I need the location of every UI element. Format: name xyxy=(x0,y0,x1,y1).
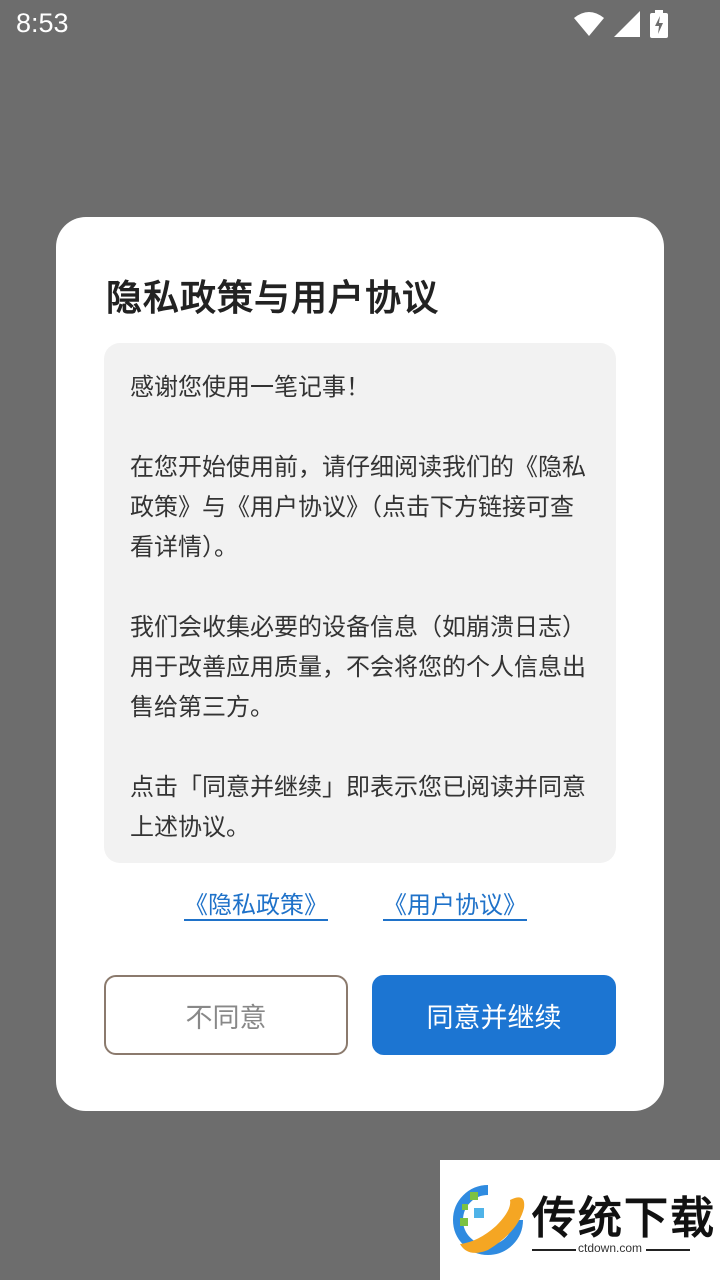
screen: 8:53 隐私政策与用户协议 感谢您使用一笔记事！ 在您开始使用前，请仔细阅读我… xyxy=(0,0,720,1280)
watermark-domain: ctdown.com xyxy=(578,1241,643,1255)
watermark-divider xyxy=(646,1249,690,1251)
watermark-name: 传统下载 xyxy=(532,1193,716,1244)
battery-charging-icon xyxy=(650,10,668,38)
disagree-button[interactable]: 不同意 xyxy=(104,975,348,1055)
content-paragraph: 在您开始使用前，请仔细阅读我们的《隐私政策》与《用户协议》（点击下方链接可查看详… xyxy=(130,453,586,561)
content-paragraph: 我们会收集必要的设备信息（如崩溃日志）用于改善应用质量，不会将您的个人信息出售给… xyxy=(130,613,586,721)
agree-continue-button[interactable]: 同意并继续 xyxy=(372,975,616,1055)
site-logo-icon xyxy=(448,1182,528,1262)
privacy-policy-link[interactable]: 《隐私政策》 xyxy=(184,885,328,920)
status-time: 8:53 xyxy=(16,8,69,38)
cellular-signal-icon xyxy=(614,11,640,37)
dialog-title: 隐私政策与用户协议 xyxy=(106,278,440,319)
wifi-icon xyxy=(574,11,604,37)
user-agreement-link[interactable]: 《用户协议》 xyxy=(383,885,527,920)
policy-links: 《隐私政策》 《用户协议》 xyxy=(56,885,664,921)
content-paragraph: 点击「同意并继续」即表示您已阅读并同意上述协议。 xyxy=(130,773,586,841)
watermark-divider xyxy=(532,1249,576,1251)
status-bar: 8:53 xyxy=(0,0,720,50)
watermark: 传统下载 ctdown.com xyxy=(440,1160,720,1280)
content-paragraph: 感谢您使用一笔记事！ xyxy=(130,373,370,401)
status-icons xyxy=(574,10,668,38)
privacy-dialog: 隐私政策与用户协议 感谢您使用一笔记事！ 在您开始使用前，请仔细阅读我们的《隐私… xyxy=(56,217,664,1111)
agreement-content[interactable]: 感谢您使用一笔记事！ 在您开始使用前，请仔细阅读我们的《隐私政策》与《用户协议》… xyxy=(104,343,616,863)
